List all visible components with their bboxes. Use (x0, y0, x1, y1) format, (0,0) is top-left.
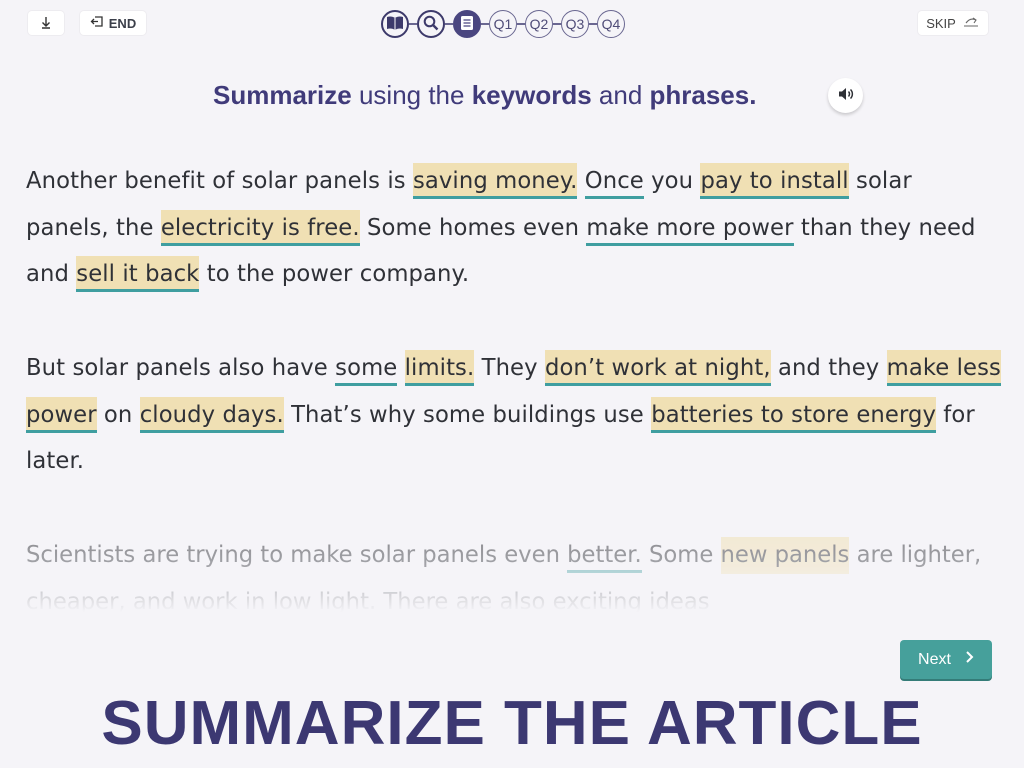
highlighted-keyword[interactable]: sell it back (76, 256, 200, 293)
instruction-text-part: using the (351, 80, 472, 110)
nav-q3-button[interactable]: Q3 (561, 10, 589, 38)
chevron-right-icon (965, 650, 974, 669)
keyword[interactable]: Once (584, 168, 644, 199)
keyword[interactable]: make more power (586, 214, 794, 246)
paragraph-2: But solar panels also have some limits. … (26, 345, 1001, 485)
highlighted-keyword[interactable]: new panels (720, 537, 850, 574)
end-label: END (108, 15, 137, 31)
download-icon (39, 15, 53, 32)
nav-summarize-button[interactable] (453, 10, 481, 38)
instruction-text-part: and (591, 80, 650, 110)
download-button[interactable] (28, 11, 64, 35)
skip-button[interactable]: SKIP (918, 11, 988, 35)
audio-button[interactable] (828, 78, 863, 113)
nav-q4-button[interactable]: Q4 (597, 10, 625, 38)
instruction-verb: Summarize (213, 80, 352, 110)
text-span: They (474, 354, 545, 381)
highlighted-keyword[interactable]: pay to install (700, 163, 849, 199)
nav-connector (553, 23, 561, 25)
page-banner: SUMMARIZE THE ARTICLE (101, 689, 923, 758)
book-icon (386, 15, 404, 34)
article-text: Another benefit of solar panels is savin… (26, 158, 1001, 532)
end-button[interactable]: END (80, 11, 146, 35)
speaker-icon (837, 86, 855, 106)
highlighted-keyword[interactable]: don’t work at night, (544, 349, 771, 386)
nav-connector (445, 23, 453, 25)
skip-icon (962, 16, 980, 31)
highlighted-keyword[interactable]: electricity is free. (160, 209, 360, 246)
keyword[interactable]: some (335, 354, 398, 386)
step-navigation: Q1 Q2 Q3 Q4 (381, 8, 625, 40)
text-span: Scientists are trying to make solar pane… (26, 542, 568, 568)
text-span: Some (641, 542, 721, 568)
skip-label: SKIP (926, 15, 956, 31)
top-toolbar: END Q1 Q2 Q3 Q4 SKIP (0, 0, 1024, 48)
next-label: Next (918, 650, 951, 668)
faded-paragraph: Scientists are trying to make solar pane… (26, 532, 1001, 612)
text-span: Some homes even (359, 214, 587, 241)
instruction-row: Summarize using the keywords and phrases… (0, 78, 1024, 116)
text-span: to the power company. (199, 261, 470, 288)
nav-q1-button[interactable]: Q1 (489, 10, 517, 38)
text-span (397, 355, 404, 381)
paragraph-1: Another benefit of solar panels is savin… (26, 158, 1001, 298)
highlighted-keyword[interactable]: saving money. (412, 163, 578, 199)
exit-icon (90, 15, 104, 31)
text-span: and they (770, 354, 887, 381)
highlighted-keyword[interactable]: limits. (404, 349, 475, 386)
text-span: Another benefit of solar panels is (26, 168, 413, 194)
highlighted-keyword[interactable]: batteries to store energy (651, 396, 936, 433)
nav-connector (589, 23, 597, 25)
nav-q2-button[interactable]: Q2 (525, 10, 553, 38)
list-icon (460, 15, 474, 34)
search-icon (423, 15, 439, 34)
next-button[interactable]: Next (900, 640, 992, 679)
nav-search-button[interactable] (417, 10, 445, 38)
text-span: on (96, 401, 140, 428)
nav-connector (481, 23, 489, 25)
highlighted-keyword[interactable]: cloudy days. (139, 396, 284, 433)
instruction-phrases: phrases. (649, 80, 757, 110)
keyword[interactable]: better. (567, 542, 642, 573)
text-span: But solar panels also have (26, 354, 336, 381)
instruction-keywords: keywords (471, 80, 592, 110)
nav-read-button[interactable] (381, 10, 409, 38)
nav-connector (517, 23, 525, 25)
instruction-text: Summarize using the keywords and phrases… (213, 80, 756, 111)
text-span (577, 168, 584, 194)
text-span: you (643, 168, 701, 194)
nav-connector (409, 23, 417, 25)
text-span: That’s why some buildings use (283, 401, 652, 428)
